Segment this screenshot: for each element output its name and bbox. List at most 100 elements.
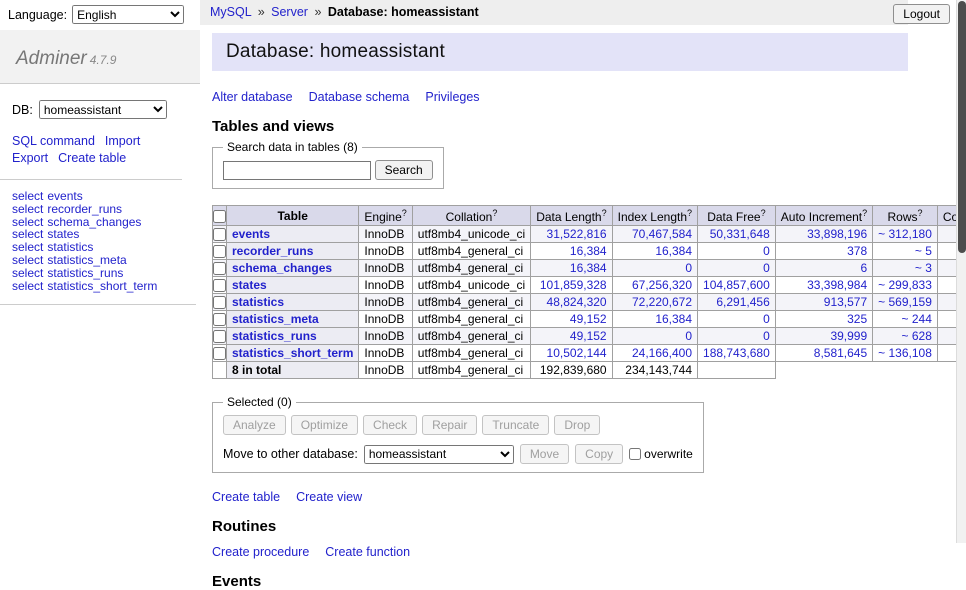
row-checkbox-states[interactable] (213, 279, 226, 292)
table-name-link-statistics-meta[interactable]: statistics_meta (232, 312, 319, 326)
index-length-value-link[interactable]: 24,166,400 (632, 346, 692, 360)
row-checkbox-statistics-runs[interactable] (213, 330, 226, 343)
data-length-value-link[interactable]: 16,384 (570, 244, 607, 258)
rows-value-link[interactable]: ~ 312,180 (878, 227, 932, 241)
data-length-value-link[interactable]: 49,152 (570, 312, 607, 326)
data-length-value-link[interactable]: 48,824,320 (547, 295, 607, 309)
language-select[interactable]: English (72, 5, 184, 24)
row-checkbox-recorder-runs[interactable] (213, 245, 226, 258)
events-heading: Events (212, 573, 956, 590)
table-name-link-schema-changes[interactable]: schema_changes (232, 261, 332, 275)
rows-value-link[interactable]: ~ 3 (915, 261, 932, 275)
table-name-link-events[interactable]: events (232, 227, 270, 241)
select-link-statistics-runs[interactable]: select (12, 266, 43, 280)
index-length-value-link[interactable]: 0 (685, 329, 692, 343)
table-name-link-statistics-short-term[interactable]: statistics_short_term (232, 346, 353, 360)
check-button[interactable]: Check (363, 415, 417, 435)
sidebar-link-sql-command[interactable]: SQL command (12, 133, 95, 150)
rows-value-link[interactable]: ~ 136,108 (878, 346, 932, 360)
create-function-link[interactable]: Create function (325, 545, 410, 559)
table-name-link-statistics[interactable]: statistics (232, 295, 284, 309)
table-link-recorder-runs[interactable]: recorder_runs (47, 202, 122, 216)
column-header-rows: Rows? (873, 206, 938, 226)
data-length-value-link[interactable]: 10,502,144 (547, 346, 607, 360)
select-link-events[interactable]: select (12, 189, 43, 203)
row-checkbox-events[interactable] (213, 228, 226, 241)
optimize-button[interactable]: Optimize (291, 415, 358, 435)
drop-button[interactable]: Drop (554, 415, 600, 435)
auto-increment-value-link[interactable]: 6 (860, 261, 867, 275)
index-length-value-link[interactable]: 16,384 (655, 244, 692, 258)
auto-increment-value-link[interactable]: 33,898,196 (807, 227, 867, 241)
index-length-value-link[interactable]: 70,467,584 (632, 227, 692, 241)
data-free-value-link[interactable]: 0 (763, 261, 770, 275)
data-length-value-link[interactable]: 31,522,816 (547, 227, 607, 241)
data-free-value-link[interactable]: 104,857,600 (703, 278, 770, 292)
db-select[interactable]: homeassistant (39, 100, 167, 119)
overwrite-checkbox[interactable] (629, 448, 641, 460)
move-db-select[interactable]: homeassistant (364, 445, 514, 464)
search-input[interactable] (223, 161, 371, 180)
table-name-link-states[interactable]: states (232, 278, 267, 292)
search-button[interactable]: Search (375, 160, 433, 180)
rows-value-link[interactable]: ~ 569,159 (878, 295, 932, 309)
table-name-link-statistics-runs[interactable]: statistics_runs (232, 329, 317, 343)
auto-increment-value-link[interactable]: 8,581,645 (814, 346, 867, 360)
vertical-scrollbar[interactable] (956, 0, 966, 543)
logout-button[interactable]: Logout (893, 4, 950, 24)
index-length-value-link[interactable]: 72,220,672 (632, 295, 692, 309)
sidebar-link-export[interactable]: Export (12, 150, 48, 167)
data-length-value-link[interactable]: 101,859,328 (540, 278, 607, 292)
move-button[interactable]: Move (520, 444, 569, 464)
rows-value-link[interactable]: ~ 5 (915, 244, 932, 258)
create-view-link[interactable]: Create view (296, 490, 362, 504)
sidebar-link-create-table[interactable]: Create table (58, 150, 126, 167)
rows-value-link[interactable]: ~ 244 (902, 312, 932, 326)
auto-increment-value-link[interactable]: 378 (847, 244, 867, 258)
row-checkbox-statistics-short-term[interactable] (213, 347, 226, 360)
select-all-checkbox[interactable] (213, 210, 226, 223)
auto-increment-value-link[interactable]: 33,398,984 (807, 278, 867, 292)
create-table-link[interactable]: Create table (212, 490, 280, 504)
table-link-events[interactable]: events (47, 189, 82, 203)
data-free-value-link[interactable]: 188,743,680 (703, 346, 770, 360)
rows-value-link[interactable]: ~ 299,833 (878, 278, 932, 292)
auto-increment-value-link[interactable]: 913,577 (824, 295, 867, 309)
copy-button[interactable]: Copy (575, 444, 623, 464)
sidebar-link-import[interactable]: Import (105, 133, 140, 150)
truncate-button[interactable]: Truncate (482, 415, 549, 435)
select-link-statistics-short-term[interactable]: select (12, 279, 43, 293)
select-link-statistics-meta[interactable]: select (12, 253, 43, 267)
scrollbar-thumb[interactable] (958, 1, 966, 253)
create-procedure-link[interactable]: Create procedure (212, 545, 309, 559)
breadcrumb-link-server[interactable]: Server (271, 5, 308, 19)
table-link-statistics-short-term[interactable]: statistics_short_term (47, 279, 157, 293)
data-free-value-link[interactable]: 0 (763, 329, 770, 343)
data-free-value-link[interactable]: 0 (763, 312, 770, 326)
data-free-value-link[interactable]: 0 (763, 244, 770, 258)
index-length-value-link[interactable]: 0 (685, 261, 692, 275)
data-length-value-link[interactable]: 49,152 (570, 329, 607, 343)
index-length-value-link[interactable]: 16,384 (655, 312, 692, 326)
row-checkbox-statistics-meta[interactable] (213, 313, 226, 326)
data-length-value-link[interactable]: 16,384 (570, 261, 607, 275)
select-link-recorder-runs[interactable]: select (12, 202, 43, 216)
data-free-value-link[interactable]: 6,291,456 (716, 295, 769, 309)
index-length-value-link[interactable]: 67,256,320 (632, 278, 692, 292)
database-schema-link[interactable]: Database schema (309, 90, 410, 104)
auto-increment-value-link[interactable]: 39,999 (830, 329, 867, 343)
repair-button[interactable]: Repair (422, 415, 477, 435)
rows-value-link[interactable]: ~ 628 (902, 329, 932, 343)
table-link-statistics-meta[interactable]: statistics_meta (47, 253, 126, 267)
row-checkbox-statistics[interactable] (213, 296, 226, 309)
breadcrumb-link-mysql[interactable]: MySQL (210, 5, 251, 19)
privileges-link[interactable]: Privileges (425, 90, 479, 104)
row-checkbox-schema-changes[interactable] (213, 262, 226, 275)
auto-increment-value-link[interactable]: 325 (847, 312, 867, 326)
collation-cell: utf8mb4_general_ci (412, 243, 530, 260)
table-link-statistics-runs[interactable]: statistics_runs (47, 266, 123, 280)
data-free-value-link[interactable]: 50,331,648 (710, 227, 770, 241)
table-name-link-recorder-runs[interactable]: recorder_runs (232, 244, 313, 258)
alter-database-link[interactable]: Alter database (212, 90, 293, 104)
analyze-button[interactable]: Analyze (223, 415, 286, 435)
